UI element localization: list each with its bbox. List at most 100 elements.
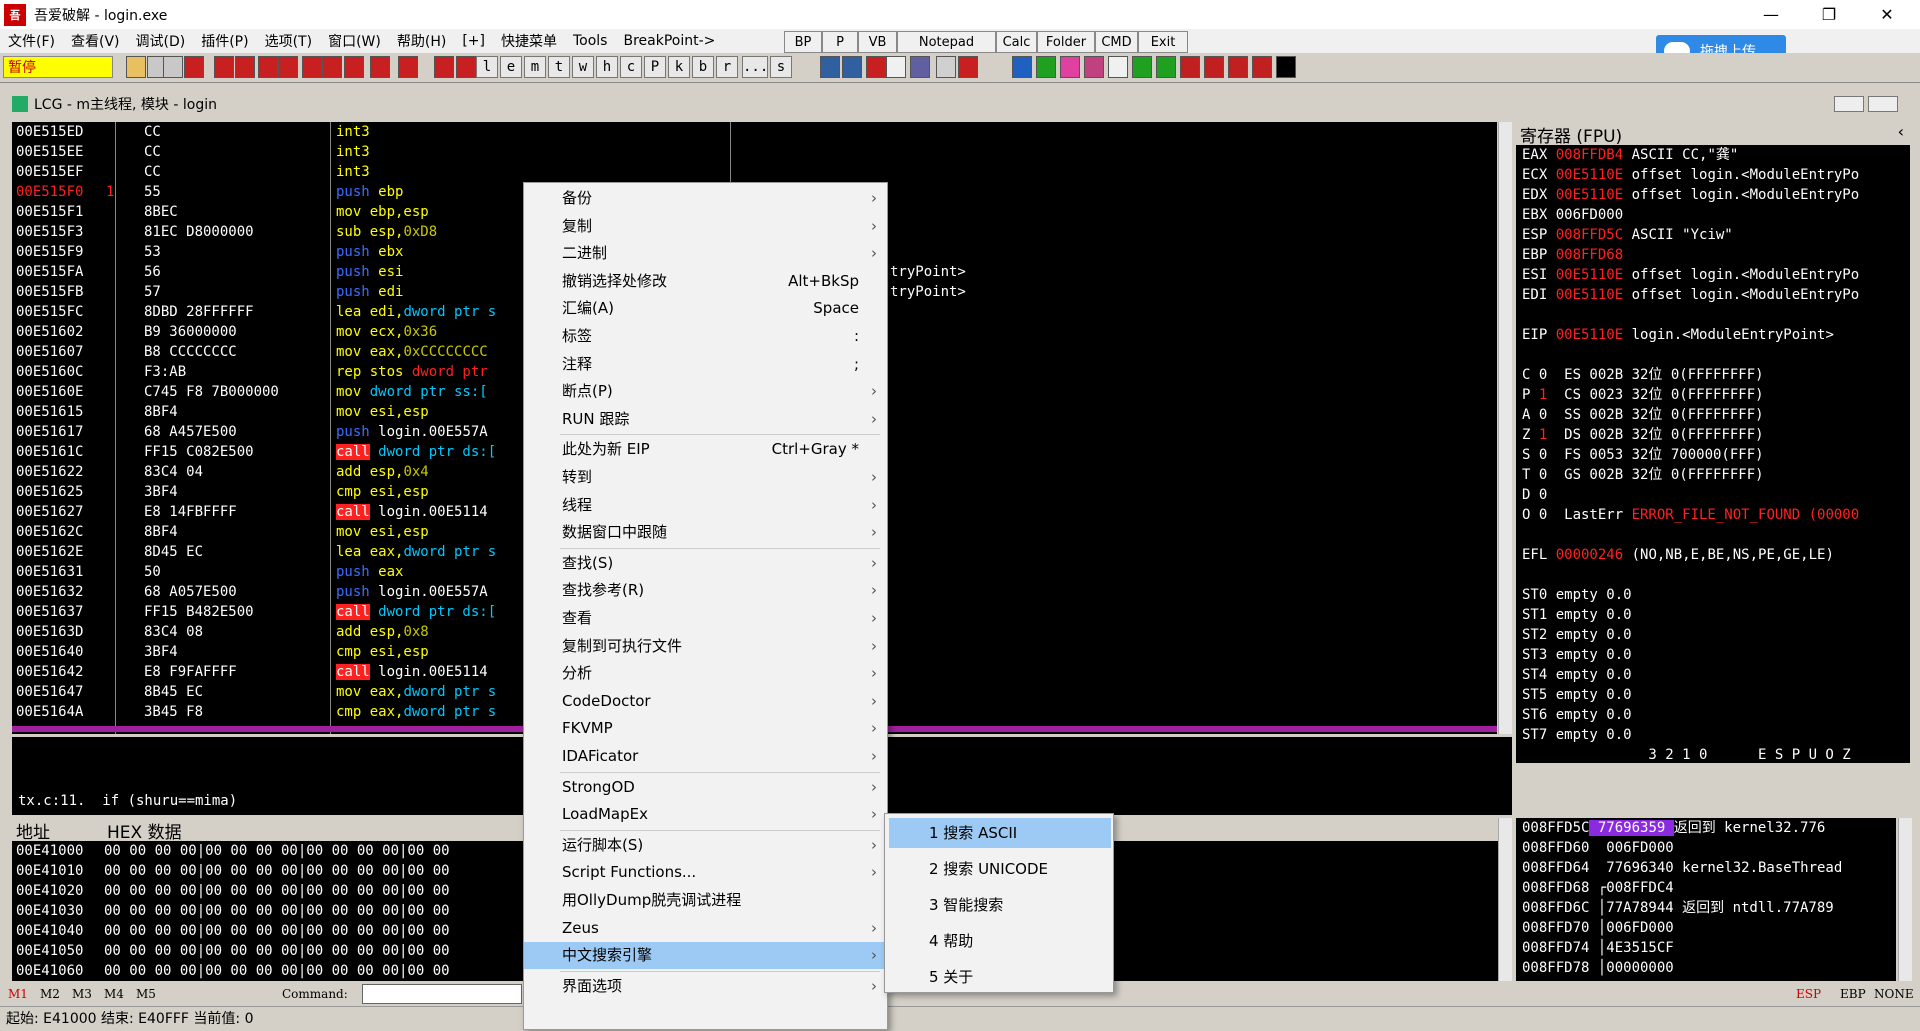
context-menu-item[interactable]: 标签: [524, 323, 887, 350]
register-line[interactable]: S 0 FS 0053 32位 700000(FFF) [1522, 445, 1910, 465]
dump-header-hex[interactable]: HEX 数据 [107, 818, 182, 843]
register-line[interactable]: ST3 empty 0.0 [1522, 645, 1910, 665]
collapse-arrow-icon[interactable]: ‹ [1898, 122, 1904, 141]
context-menu-item[interactable]: 运行脚本(S) › [524, 832, 887, 859]
context-menu-item[interactable]: 中文搜索引擎 › [524, 942, 887, 970]
toolbar-icon-button[interactable] [456, 56, 476, 78]
stack-row[interactable]: 008FFD68 ┌008FFDC4 [1522, 878, 1896, 898]
register-line[interactable]: 3 2 1 0 E S P U O Z [1522, 745, 1910, 763]
plugin-icon-button[interactable] [1204, 56, 1224, 78]
register-line[interactable]: O 0 LastErr ERROR_FILE_NOT_FOUND (00000 [1522, 505, 1910, 525]
dump-header-address[interactable]: 地址 [16, 818, 50, 843]
register-line[interactable]: EDI 00E5110E offset login.<ModuleEntryPo [1522, 285, 1910, 305]
command-input[interactable] [362, 984, 522, 1004]
dump-scrollbar[interactable] [1498, 818, 1512, 981]
mdi-minimize-button[interactable] [1834, 96, 1864, 112]
menu-item[interactable]: 文件(F) [0, 31, 63, 51]
register-line[interactable]: D 0 [1522, 485, 1910, 505]
register-line[interactable]: P 1 CS 0023 32位 0(FFFFFFFF) [1522, 385, 1910, 405]
context-menu-item[interactable]: Script Functions... › [524, 859, 887, 886]
mdi-restore-button[interactable] [1868, 96, 1898, 112]
context-menu-item[interactable]: 复制到可执行文件 › [524, 633, 887, 660]
register-line[interactable]: EFL 00000246 (NO,NB,E,BE,NS,PE,GE,LE) [1522, 545, 1910, 565]
context-menu-item[interactable]: 转到 › [524, 464, 887, 491]
context-menu-item[interactable]: IDAFicator › [524, 743, 887, 770]
submenu-item[interactable]: 2 搜索 UNICODE [889, 854, 1111, 884]
menu-item[interactable]: [+] [454, 33, 493, 49]
submenu-item[interactable]: 3 智能搜索 [889, 890, 1111, 920]
context-menu-item[interactable]: 汇编(A) Space [524, 295, 887, 322]
plugin-icon-button[interactable] [1012, 56, 1032, 78]
memory-tab-m2[interactable]: M2 [40, 987, 60, 1001]
context-menu-item[interactable]: FKVMP › [524, 715, 887, 742]
register-line[interactable]: T 0 GS 002B 32位 0(FFFFFFFF) [1522, 465, 1910, 485]
context-menu-item[interactable]: RUN 跟踪 › [524, 406, 887, 433]
plugin-button[interactable]: Notepad [897, 31, 996, 53]
menu-item[interactable]: 窗口(W) [320, 31, 389, 51]
register-line[interactable]: ESP 008FFD5C ASCII "Yciw" [1522, 225, 1910, 245]
toolbar-icon-button[interactable] [235, 56, 255, 78]
context-menu-item[interactable]: 撤销选择处修改 Alt+BkSp [524, 268, 887, 295]
menu-item[interactable]: 帮助(H) [389, 31, 454, 51]
stack-row[interactable]: 008FFD78 │00000000 [1522, 958, 1896, 978]
disasm-row[interactable]: 00E515EF CC int3 [12, 162, 1497, 182]
submenu-item[interactable]: 5 关于 [889, 962, 1111, 992]
toolbar-icon-button[interactable] [214, 56, 234, 78]
plugin-button[interactable]: VB [858, 31, 897, 53]
toolbar-icon-button[interactable] [936, 56, 956, 78]
context-menu-item[interactable]: 二进制 › [524, 240, 887, 267]
maximize-button[interactable]: ❐ [1800, 0, 1858, 29]
toolbar-letter-button[interactable]: w [572, 56, 594, 78]
disasm-row[interactable]: 00E515ED CC int3 [12, 122, 1497, 142]
plugin-icon-button[interactable] [1036, 56, 1056, 78]
stack-scrollbar[interactable] [1898, 818, 1912, 981]
toolbar-icon-button[interactable] [958, 56, 978, 78]
menu-item[interactable]: BreakPoint-> [615, 33, 723, 49]
disassembly-scrollbar[interactable] [1498, 122, 1512, 734]
stack-row[interactable]: 008FFD74 │4E3515CF [1522, 938, 1896, 958]
toolbar-icon-button[interactable] [126, 56, 146, 78]
menu-item[interactable]: 快捷菜单 [493, 31, 565, 51]
plugin-button[interactable]: CMD [1095, 31, 1138, 53]
toolbar-letter-button[interactable]: l [476, 56, 498, 78]
plugin-icon-button[interactable] [1228, 56, 1248, 78]
toolbar-letter-button[interactable]: c [620, 56, 642, 78]
memory-tab-m1[interactable]: M1 [8, 987, 28, 1001]
plugin-button[interactable]: Folder [1037, 31, 1095, 53]
toolbar-letter-button[interactable]: k [668, 56, 690, 78]
toolbar-icon-button[interactable] [820, 56, 840, 78]
toolbar-letter-button[interactable]: t [548, 56, 570, 78]
plugin-button[interactable]: BP [784, 31, 822, 53]
minimize-button[interactable]: — [1742, 0, 1800, 29]
context-menu-item[interactable]: Zeus › [524, 915, 887, 942]
context-menu-item[interactable]: StrongOD › [524, 774, 887, 801]
context-menu-item[interactable]: 查看 › [524, 605, 887, 632]
plugin-icon-button[interactable] [1156, 56, 1176, 78]
plugin-icon-button[interactable] [1108, 56, 1128, 78]
toolbar-icon-button[interactable] [886, 56, 906, 78]
toolbar-icon-button[interactable] [322, 56, 342, 78]
plugin-button[interactable]: Exit [1138, 31, 1188, 53]
toolbar-letter-button[interactable]: ... [742, 56, 768, 78]
menu-item[interactable]: 调试(D) [128, 31, 194, 51]
context-menu-item[interactable]: 断点(P) › [524, 378, 887, 405]
toolbar-icon-button[interactable] [434, 56, 454, 78]
toolbar-icon-button[interactable] [278, 56, 298, 78]
toolbar-icon-button[interactable] [866, 56, 886, 78]
plugin-icon-button[interactable] [1084, 56, 1104, 78]
menu-item[interactable]: 插件(P) [193, 31, 256, 51]
stack-row[interactable]: 008FFD5C 77696359 返回到 kernel32.776 [1522, 818, 1896, 838]
stack-row[interactable]: 008FFD70 │006FD000 [1522, 918, 1896, 938]
toolbar-icon-button[interactable] [842, 56, 862, 78]
toolbar-letter-button[interactable]: h [596, 56, 618, 78]
toolbar-letter-button[interactable]: r [716, 56, 738, 78]
memory-tab-m5[interactable]: M5 [136, 987, 156, 1001]
register-line[interactable] [1522, 345, 1910, 365]
register-line[interactable] [1522, 525, 1910, 545]
plugin-icon-button[interactable] [1276, 56, 1296, 78]
register-line[interactable]: ST4 empty 0.0 [1522, 665, 1910, 685]
disasm-row[interactable]: 00E515EE CC int3 [12, 142, 1497, 162]
context-menu-item[interactable]: 查找参考(R) › [524, 577, 887, 604]
register-line[interactable]: ST5 empty 0.0 [1522, 685, 1910, 705]
register-line[interactable]: A 0 SS 002B 32位 0(FFFFFFFF) [1522, 405, 1910, 425]
